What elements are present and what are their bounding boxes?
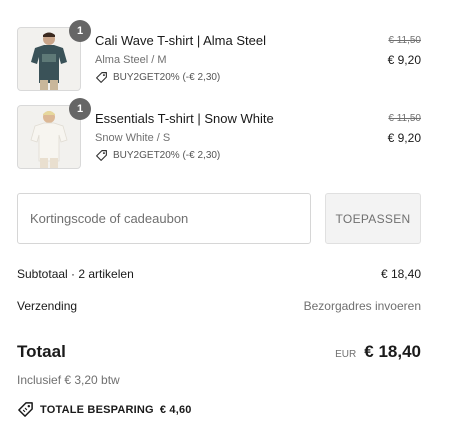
shipping-value: Bezorgadres invoeren <box>303 299 421 313</box>
total-value: € 18,40 <box>364 342 421 361</box>
shipping-label: Verzending <box>17 299 78 313</box>
discount-code-input[interactable] <box>17 193 311 244</box>
total-amount: EUR € 18,40 <box>335 342 421 362</box>
product-image: 1 <box>17 98 91 169</box>
product-variant: Alma Steel / M <box>95 54 167 66</box>
total-savings: TOTALE BESPARING € 4,60 <box>17 401 192 418</box>
shipping-row: Verzending Bezorgadres invoeren <box>17 299 421 313</box>
discount-line: BUY2GET20% (-€ 2,30) <box>95 71 220 84</box>
subtotal-row: Subtotaal · 2 artikelen € 18,40 <box>17 267 421 281</box>
sale-price: € 9,20 <box>387 53 421 67</box>
apply-discount-button[interactable]: TOEPASSEN <box>325 193 421 244</box>
cart-item: 1 Cali Wave T-shirt | Alma Steel Alma St… <box>17 20 421 91</box>
product-name[interactable]: Essentials T-shirt | Snow White <box>95 111 274 126</box>
cart-item: 1 Essentials T-shirt | Snow White Snow W… <box>17 98 421 169</box>
discount-line: BUY2GET20% (-€ 2,30) <box>95 149 220 162</box>
subtotal-label: Subtotaal · 2 artikelen <box>17 267 134 281</box>
tag-icon <box>96 150 107 161</box>
savings-value: € 4,60 <box>159 403 192 416</box>
product-name[interactable]: Cali Wave T-shirt | Alma Steel <box>95 33 266 48</box>
discount-text: BUY2GET20% (-€ 2,30) <box>113 72 221 83</box>
tax-note: Inclusief € 3,20 btw <box>17 373 120 387</box>
sale-price: € 9,20 <box>387 131 421 145</box>
original-price: € 11,50 <box>388 113 421 124</box>
quantity-badge: 1 <box>69 20 91 42</box>
product-variant: Snow White / S <box>95 132 171 144</box>
quantity-badge: 1 <box>69 98 91 120</box>
total-label: Totaal <box>17 342 66 361</box>
product-image: 1 <box>17 20 91 91</box>
savings-label: TOTALE BESPARING <box>40 403 154 416</box>
subtotal-value: € 18,40 <box>380 267 421 281</box>
tag-icon <box>18 402 33 417</box>
currency-code: EUR <box>335 349 357 360</box>
tag-icon <box>96 72 107 83</box>
discount-text: BUY2GET20% (-€ 2,30) <box>113 150 221 161</box>
original-price: € 11,50 <box>388 35 421 46</box>
